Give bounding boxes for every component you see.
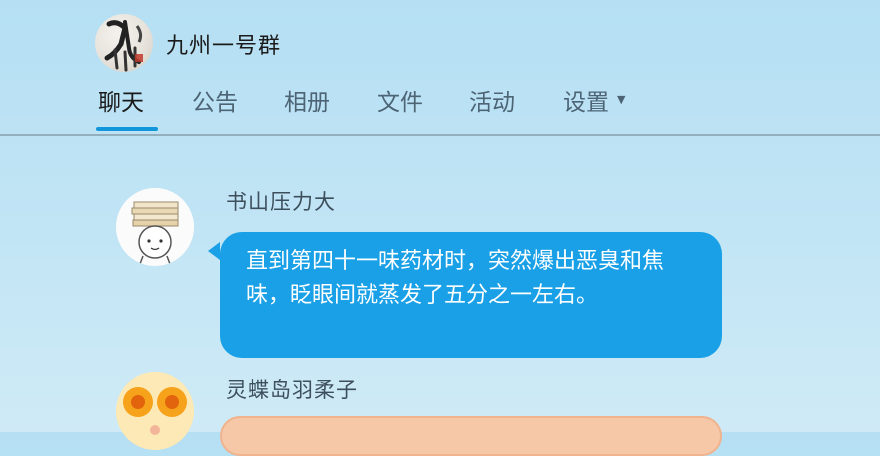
tab-files[interactable]: 文件 xyxy=(377,86,423,120)
sender-avatar[interactable] xyxy=(116,372,194,450)
active-tab-indicator xyxy=(96,127,158,131)
bubble-tail xyxy=(208,242,220,260)
tab-announcements[interactable]: 公告 xyxy=(192,86,238,120)
tab-activities[interactable]: 活动 xyxy=(469,86,515,120)
group-avatar[interactable] xyxy=(95,14,153,72)
sender-name[interactable]: 书山压力大 xyxy=(226,186,336,216)
sender-name[interactable]: 灵蝶岛羽柔子 xyxy=(226,374,358,404)
tab-chat[interactable]: 聊天 xyxy=(98,86,144,120)
message-bubble[interactable] xyxy=(220,416,722,456)
tab-settings[interactable]: 设置 ▼ xyxy=(563,86,625,121)
tab-settings-label: 设置 xyxy=(563,90,609,116)
message-text: 直到第四十一味药材时，突然爆出恶臭和焦味，眨眼间就蒸发了五分之一左右。 xyxy=(246,249,665,308)
header-divider xyxy=(0,134,880,136)
message-bubble[interactable]: 直到第四十一味药材时，突然爆出恶臭和焦味，眨眼间就蒸发了五分之一左右。 xyxy=(220,232,722,358)
flower-eyes-character-icon xyxy=(116,372,194,450)
tab-album[interactable]: 相册 xyxy=(284,86,330,120)
group-name[interactable]: 九州一号群 xyxy=(166,28,281,60)
sender-avatar[interactable] xyxy=(116,188,194,266)
calligraphy-avatar-icon xyxy=(104,20,143,72)
chat-header: 九州一号群 聊天 公告 相册 文件 活动 设置 ▼ xyxy=(0,0,880,136)
book-stack-character-icon xyxy=(116,188,194,266)
caret-down-icon: ▼ xyxy=(617,92,626,106)
